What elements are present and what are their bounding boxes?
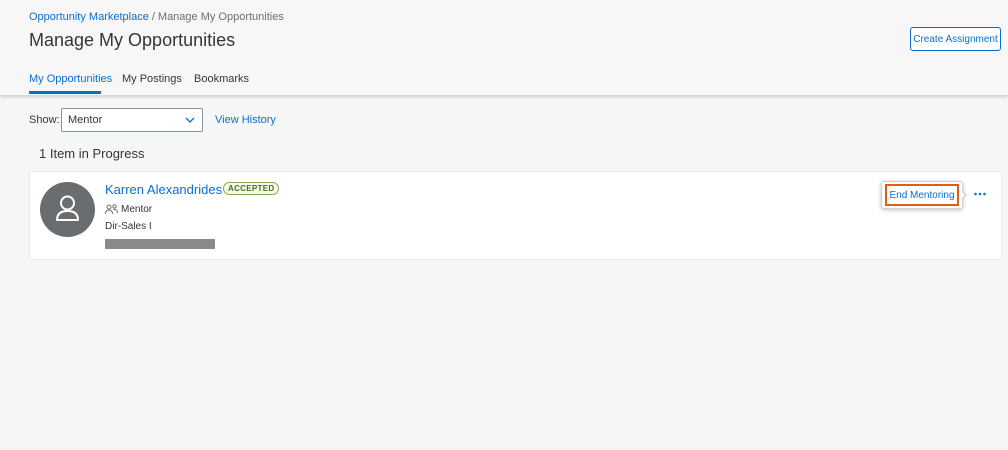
tab-my-opportunities[interactable]: My Opportunities [29,72,112,86]
view-history-link[interactable]: View History [215,114,276,126]
active-tab-indicator [29,91,101,94]
person-icon [56,195,79,221]
page-header: Opportunity Marketplace / Manage My Opport… [0,0,1008,96]
show-filter-select[interactable]: Mentor [61,108,203,132]
tab-bookmarks[interactable]: Bookmarks [194,72,249,86]
chevron-down-icon [185,117,195,123]
role-label: Mentor [121,204,153,215]
avatar [40,182,95,237]
show-filter-value: Mentor [68,114,103,126]
breadcrumb-separator: / [151,11,155,23]
redacted-text [105,239,215,249]
person-name-link[interactable]: Karren Alexandrides [105,182,222,197]
page-title: Manage My Opportunities [29,30,236,50]
overflow-more-icon[interactable] [973,189,987,199]
opportunity-card: Karren Alexandrides ACCEPTED Mentor Dir-… [29,171,1002,260]
end-mentoring-button[interactable]: End Mentoring [885,184,959,206]
items-in-progress-heading: 1 Item in Progress [39,146,145,161]
people-icon [105,204,118,215]
tab-my-postings[interactable]: My Postings [122,72,182,86]
create-assignment-button[interactable]: Create Assignment [910,27,1001,51]
breadcrumb-opportunity-marketplace[interactable]: Opportunity Marketplace [29,11,149,23]
job-title: Dir-Sales I [105,221,152,232]
popover-arrow-inner [961,191,965,199]
status-badge: ACCEPTED [223,182,280,195]
breadcrumb: Opportunity Marketplace / Manage My Opport… [29,10,284,24]
breadcrumb-current: Manage My Opportunities [157,11,284,23]
show-label: Show: [29,114,60,126]
